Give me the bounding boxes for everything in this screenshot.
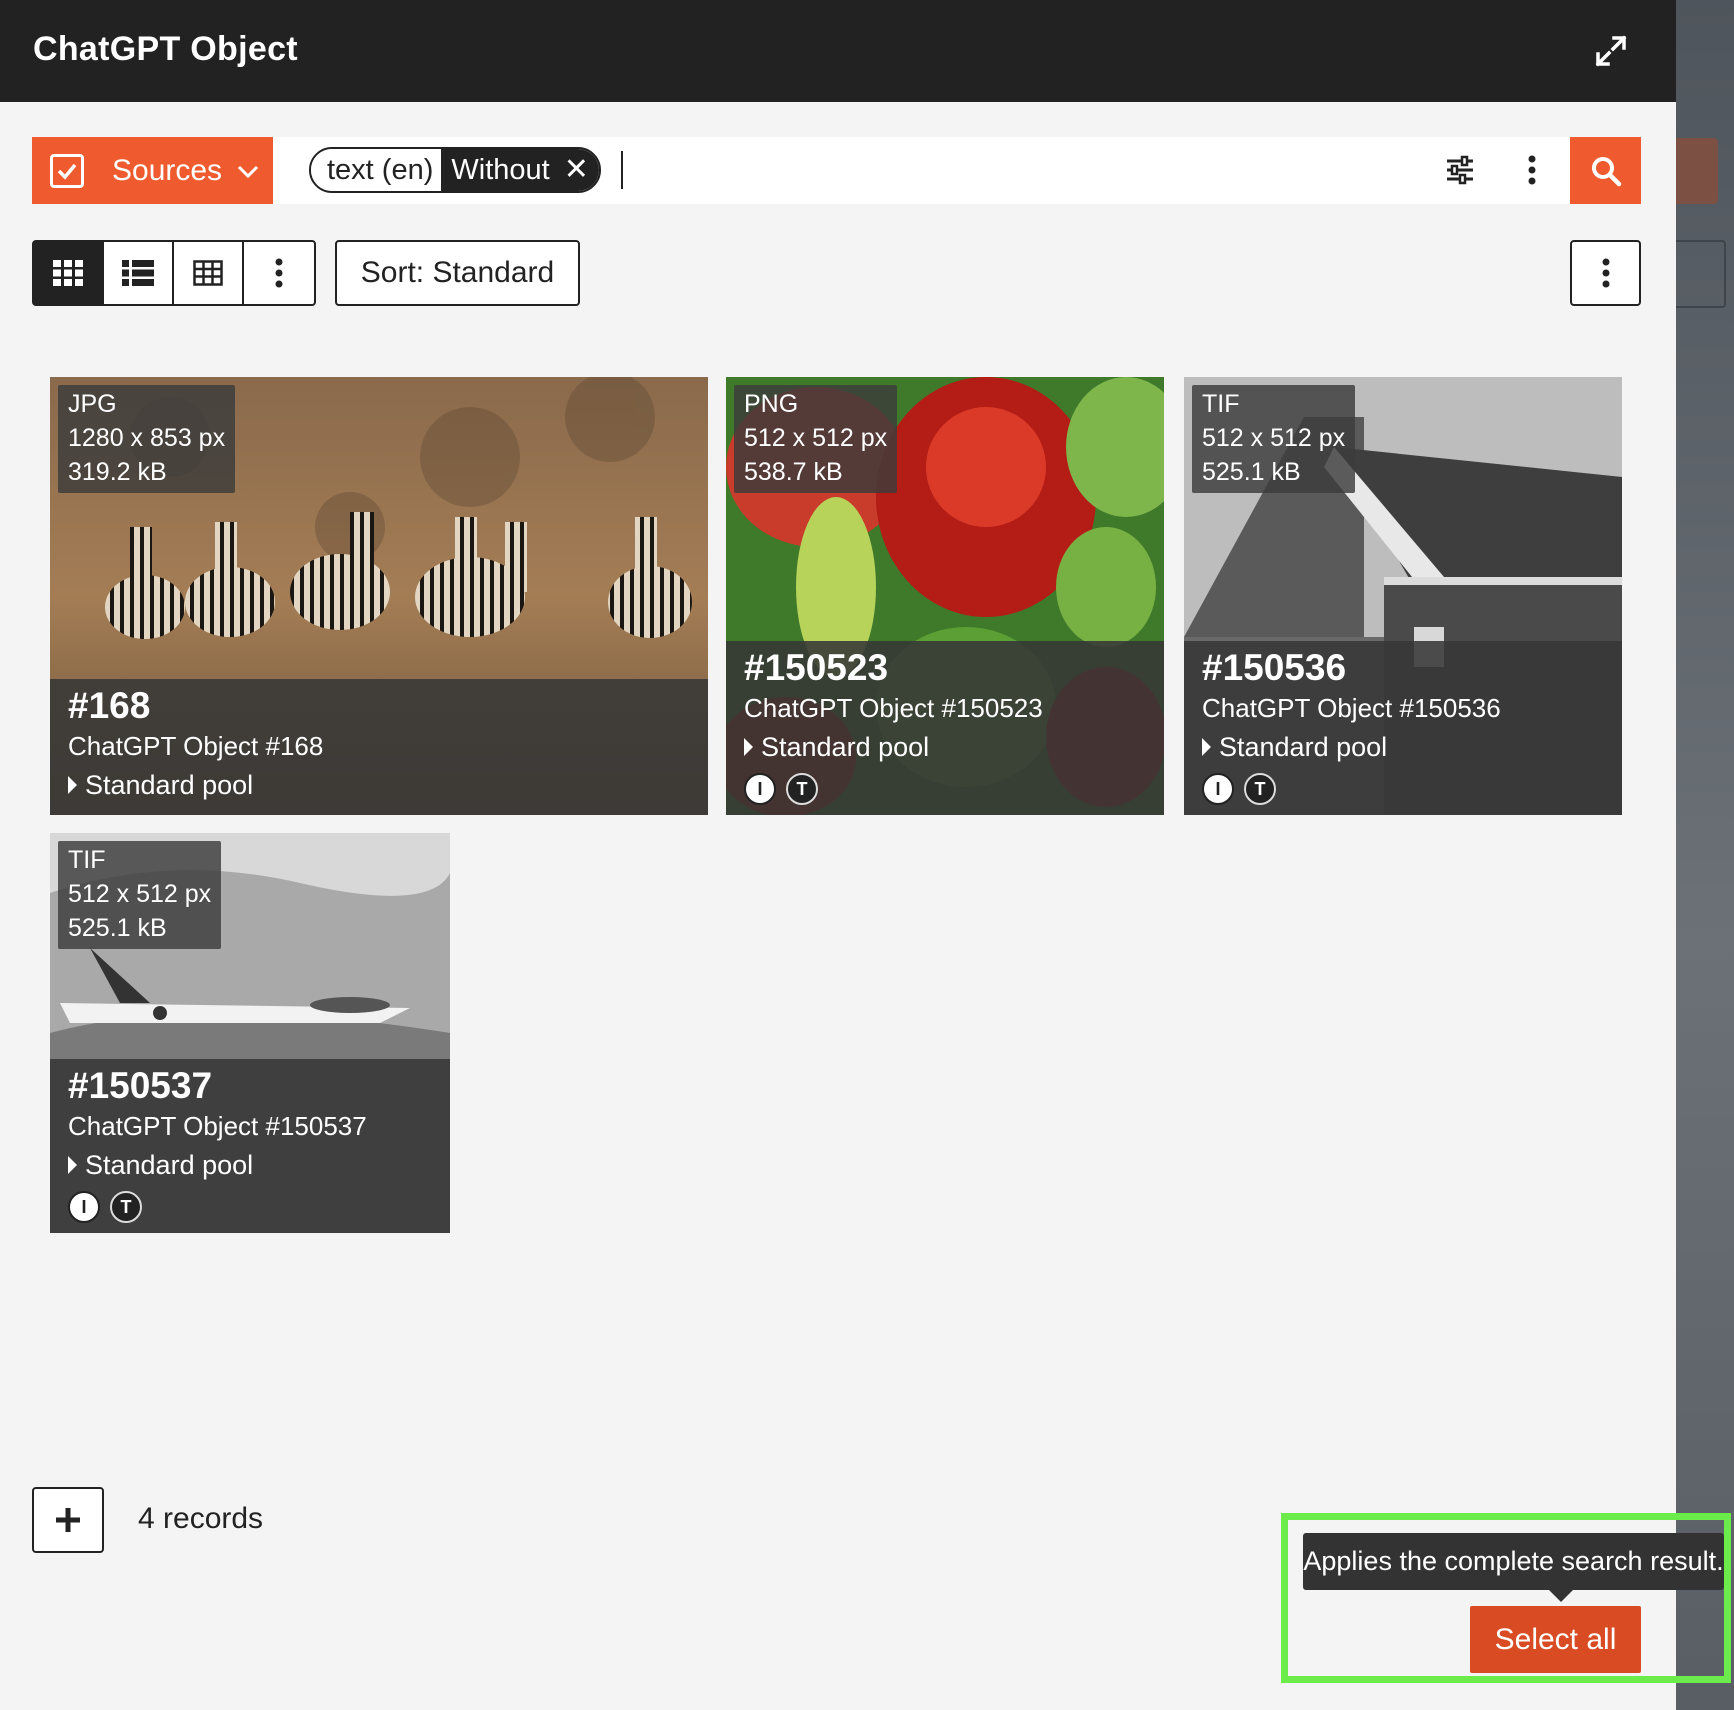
file-info: PNG 512 x 512 px 538.7 kB — [734, 385, 898, 493]
kebab-icon — [1602, 258, 1609, 288]
record-id: #150536 — [1202, 647, 1347, 688]
add-record-button[interactable] — [32, 1487, 104, 1553]
sources-label: Sources — [112, 153, 223, 187]
file-format: PNG — [744, 390, 799, 418]
result-card[interactable]: JPG 1280 x 853 px 319.2 kB #168 ChatGPT … — [50, 377, 708, 815]
card-caption: #150523 ChatGPT Object #150523 Standard … — [726, 641, 1164, 815]
badge-row: I T — [744, 773, 1146, 805]
grid-view-icon — [53, 260, 83, 286]
view-mode-group — [32, 240, 316, 306]
search-button[interactable] — [1570, 137, 1641, 204]
card-caption: #168 ChatGPT Object #168 Standard pool — [50, 679, 708, 815]
caret-right-icon — [744, 738, 753, 756]
modal-title: ChatGPT Object — [33, 30, 298, 68]
search-icon — [1591, 156, 1621, 186]
expand-icon[interactable] — [1594, 34, 1628, 68]
pool-label: Standard pool — [761, 732, 930, 762]
file-dimensions: 512 x 512 px — [68, 880, 212, 908]
result-card[interactable]: TIF 512 x 512 px 525.1 kB #150537 ChatGP… — [50, 833, 450, 1233]
record-id: #168 — [68, 685, 151, 726]
plus-icon — [56, 1508, 80, 1532]
pool-link[interactable]: Standard pool — [1202, 727, 1604, 767]
badge-i[interactable]: I — [68, 1191, 100, 1223]
card-caption: #150536 ChatGPT Object #150536 Standard … — [1184, 641, 1622, 815]
record-id: #150523 — [744, 647, 889, 688]
record-id: #150537 — [68, 1065, 213, 1106]
file-info: JPG 1280 x 853 px 319.2 kB — [58, 385, 236, 493]
list-view-button[interactable] — [104, 242, 174, 304]
pool-label: Standard pool — [1219, 732, 1388, 762]
file-dimensions: 512 x 512 px — [1202, 424, 1346, 452]
background-search-button — [1676, 138, 1718, 204]
result-card[interactable]: PNG 512 x 512 px 538.7 kB #150523 ChatGP… — [726, 377, 1164, 815]
badge-t[interactable]: T — [786, 773, 818, 805]
badge-i[interactable]: I — [1202, 773, 1234, 805]
chip-value: Without ✕ — [441, 149, 599, 191]
search-bar: Sources text (en) Without ✕ — [32, 137, 1641, 204]
sort-button[interactable]: Sort: Standard — [335, 240, 580, 306]
badge-row: I T — [1202, 773, 1604, 805]
file-info: TIF 512 x 512 px 525.1 kB — [58, 841, 222, 949]
table-view-icon — [193, 260, 223, 286]
background-page — [1676, 0, 1734, 1710]
background-menu-button — [1676, 240, 1726, 308]
pool-label: Standard pool — [85, 770, 254, 800]
pool-link[interactable]: Standard pool — [744, 727, 1146, 767]
search-filter-chip[interactable]: text (en) Without ✕ — [309, 147, 601, 193]
file-size: 525.1 kB — [68, 914, 167, 942]
grid-view-button[interactable] — [34, 242, 104, 304]
close-icon[interactable]: ✕ — [564, 149, 589, 191]
file-dimensions: 512 x 512 px — [744, 424, 888, 452]
file-format: TIF — [1202, 390, 1240, 418]
caret-right-icon — [68, 1156, 77, 1174]
list-view-icon — [122, 260, 154, 286]
card-caption: #150537 ChatGPT Object #150537 Standard … — [50, 1059, 450, 1233]
file-format: TIF — [68, 846, 106, 874]
badge-row: I T — [68, 1191, 432, 1223]
file-size: 319.2 kB — [68, 458, 167, 486]
chevron-down-icon — [238, 165, 259, 178]
file-size: 525.1 kB — [1202, 458, 1301, 486]
kebab-icon[interactable] — [1527, 155, 1537, 185]
record-name: ChatGPT Object #168 — [68, 731, 324, 761]
file-size: 538.7 kB — [744, 458, 843, 486]
checkbox-icon[interactable] — [50, 153, 84, 188]
chip-field: text (en) — [311, 149, 442, 191]
badge-t[interactable]: T — [110, 1191, 142, 1223]
file-info: TIF 512 x 512 px 525.1 kB — [1192, 385, 1356, 493]
result-card[interactable]: TIF 512 x 512 px 525.1 kB #150536 ChatGP… — [1184, 377, 1622, 815]
file-format: JPG — [68, 390, 117, 418]
badge-i[interactable]: I — [744, 773, 776, 805]
search-input-caret[interactable] — [621, 151, 623, 189]
pool-link[interactable]: Standard pool — [68, 1145, 432, 1185]
table-view-button[interactable] — [174, 242, 244, 304]
caret-right-icon — [68, 776, 77, 794]
view-options-button[interactable] — [244, 242, 314, 304]
filter-sliders-icon[interactable] — [1445, 155, 1475, 185]
modal-header: ChatGPT Object — [0, 0, 1676, 102]
records-count: 4 records — [138, 1502, 264, 1535]
record-name: ChatGPT Object #150536 — [1202, 693, 1501, 723]
pool-label: Standard pool — [85, 1150, 254, 1180]
record-name: ChatGPT Object #150523 — [744, 693, 1043, 723]
record-name: ChatGPT Object #150537 — [68, 1111, 367, 1141]
highlight-box — [1281, 1513, 1731, 1683]
sources-dropdown-button[interactable]: Sources — [32, 137, 273, 204]
kebab-icon — [275, 258, 283, 288]
file-dimensions: 1280 x 853 px — [68, 424, 226, 452]
chip-value-label: Without — [451, 154, 550, 186]
badge-t[interactable]: T — [1244, 773, 1276, 805]
object-modal: ChatGPT Object Sources text (en) Without… — [0, 0, 1724, 1710]
caret-right-icon — [1202, 738, 1211, 756]
results-options-button[interactable] — [1570, 240, 1641, 306]
pool-link[interactable]: Standard pool — [68, 765, 690, 805]
